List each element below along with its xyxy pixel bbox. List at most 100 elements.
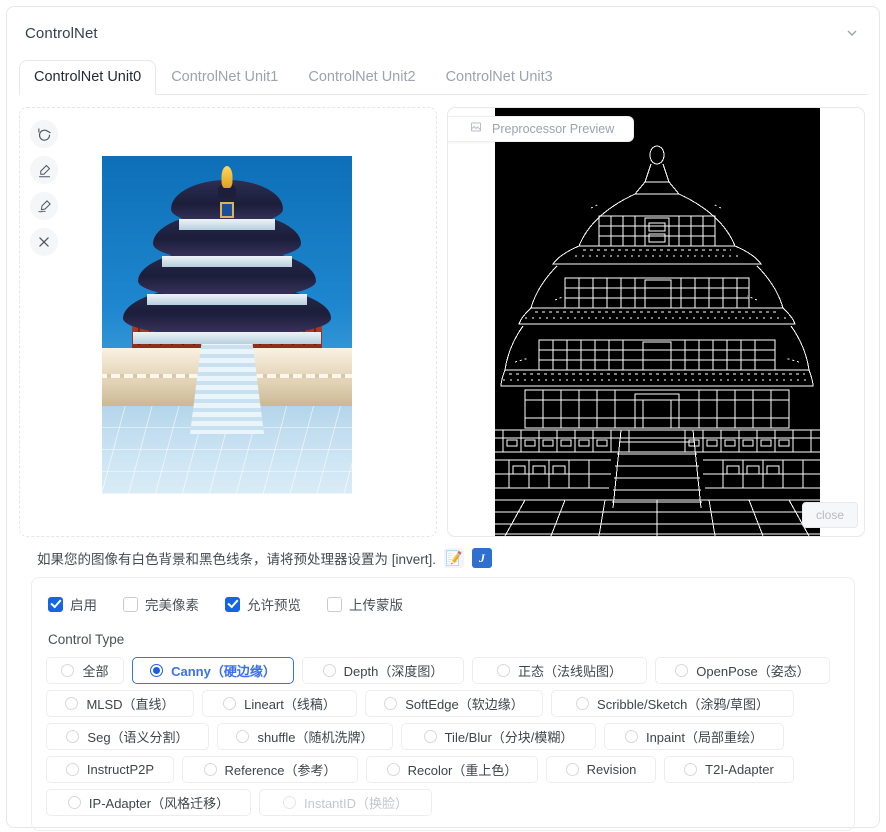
radio-button-icon[interactable] bbox=[223, 697, 236, 710]
radio-button-icon[interactable] bbox=[236, 730, 249, 743]
control-type-option-shuffle[interactable]: shuffle（随机洗牌） bbox=[217, 723, 393, 750]
control-type-option-openpose[interactable]: OpenPose（姿态） bbox=[655, 657, 830, 684]
checkbox-enable-label: 启用 bbox=[70, 594, 97, 614]
unit0-content: Preprocessor Preview close 如果您的图像有白色背景和黑… bbox=[7, 95, 879, 831]
control-type-option-lineart[interactable]: Lineart（线稿） bbox=[202, 690, 357, 717]
radio-button-icon[interactable] bbox=[384, 697, 397, 710]
control-type-option-scribble-sketch[interactable]: Scribble/Sketch（涂鸦/草图） bbox=[551, 690, 794, 717]
radio-button-icon[interactable] bbox=[424, 730, 437, 743]
control-type-option-label: IP-Adapter（风格迁移） bbox=[89, 793, 229, 812]
control-type-option-label: Canny（硬边缘） bbox=[171, 661, 276, 680]
edit-pen-icon[interactable] bbox=[30, 156, 58, 184]
checkbox-upload-mask-box[interactable] bbox=[327, 597, 342, 612]
draw-pen-icon[interactable] bbox=[30, 192, 58, 220]
control-type-option-softedge[interactable]: SoftEdge（软边缘） bbox=[365, 690, 543, 717]
radio-button-icon[interactable] bbox=[61, 664, 74, 677]
preprocessor-preview-panel[interactable]: Preprocessor Preview close bbox=[447, 107, 865, 537]
control-type-option-t2i-adapter[interactable]: T2I-Adapter bbox=[664, 756, 794, 783]
radio-button-icon[interactable] bbox=[675, 664, 688, 677]
tab-controlnet-unit0[interactable]: ControlNet Unit0 bbox=[19, 60, 156, 95]
control-type-option-label: Depth（深度图） bbox=[344, 661, 444, 680]
control-type-option-label: 全部 bbox=[82, 661, 108, 680]
control-type-option-mlsd[interactable]: MLSD（直线） bbox=[46, 690, 194, 717]
control-type-option-label: SoftEdge（软边缘） bbox=[405, 694, 524, 713]
controlnet-screen: ControlNet ControlNet Unit0 ControlNet U… bbox=[0, 0, 886, 832]
radio-button-icon[interactable] bbox=[576, 697, 589, 710]
checkbox-pixel-perfect[interactable]: 完美像素 bbox=[121, 592, 217, 616]
preprocessor-preview-header: Preprocessor Preview bbox=[448, 116, 634, 142]
control-type-option-revision[interactable]: Revision bbox=[546, 756, 656, 783]
radio-button-icon[interactable] bbox=[66, 763, 79, 776]
photo-blue-plaque bbox=[220, 202, 234, 218]
unit-tabs: ControlNet Unit0 ControlNet Unit1 Contro… bbox=[19, 59, 867, 95]
preprocessor-preview-label: Preprocessor Preview bbox=[492, 122, 614, 136]
control-type-option-label: shuffle（随机洗牌） bbox=[257, 727, 373, 746]
control-type-option-tile-blur[interactable]: Tile/Blur（分块/模糊） bbox=[401, 723, 596, 750]
radio-button-icon[interactable] bbox=[65, 697, 78, 710]
control-type-option-canny[interactable]: Canny（硬边缘） bbox=[132, 657, 294, 684]
tab-controlnet-unit1[interactable]: ControlNet Unit1 bbox=[156, 60, 293, 95]
photo-band-2 bbox=[147, 294, 307, 305]
control-type-option-label: 正态（法线贴图） bbox=[518, 661, 622, 680]
radio-button-icon[interactable] bbox=[387, 763, 400, 776]
checkbox-upload-mask[interactable]: 上传蒙版 bbox=[325, 592, 421, 616]
image-icon bbox=[470, 120, 482, 138]
control-type-option-recolor[interactable]: Recolor（重上色） bbox=[366, 756, 538, 783]
memo-icon[interactable]: 📝 bbox=[444, 548, 464, 568]
control-type-option-inpaint[interactable]: Inpaint（局部重绘） bbox=[604, 723, 784, 750]
canny-preview-image[interactable] bbox=[495, 108, 820, 536]
checkbox-allow-preview[interactable]: 允许预览 bbox=[223, 592, 319, 616]
tab-controlnet-unit3[interactable]: ControlNet Unit3 bbox=[431, 60, 568, 95]
radio-button-icon[interactable] bbox=[684, 763, 697, 776]
control-type-row: MLSD（直线） Lineart（线稿） SoftEdge（软边缘） Scribble… bbox=[46, 690, 840, 717]
control-type-label: Control Type bbox=[48, 632, 840, 647]
chevron-down-icon[interactable] bbox=[843, 24, 861, 42]
source-image-dropzone[interactable] bbox=[19, 107, 437, 537]
undo-icon[interactable] bbox=[30, 120, 58, 148]
close-preview-button[interactable]: close bbox=[802, 502, 858, 528]
source-image[interactable] bbox=[102, 156, 352, 494]
page-title: ControlNet bbox=[25, 25, 98, 42]
checkbox-allow-preview-label: 允许预览 bbox=[247, 594, 301, 614]
control-type-row: 全部 Canny（硬边缘） Depth（深度图） 正态（法线贴图） OpenPose（姿… bbox=[46, 657, 840, 684]
options-card: 启用 完美像素 允许预览 上传蒙版 Control Type bbox=[31, 577, 855, 831]
radio-button-icon[interactable] bbox=[625, 730, 638, 743]
checkbox-upload-mask-label: 上传蒙版 bbox=[349, 594, 403, 614]
control-type-option-option-0-0[interactable]: 全部 bbox=[46, 657, 124, 684]
control-type-option-label: Seg（语义分割） bbox=[87, 727, 188, 746]
radio-button-icon[interactable] bbox=[150, 664, 163, 677]
control-type-option-label: T2I-Adapter bbox=[705, 762, 774, 777]
radio-button-icon[interactable] bbox=[497, 664, 510, 677]
options-checkbox-group: 启用 完美像素 允许预览 上传蒙版 bbox=[46, 592, 840, 616]
tab-controlnet-unit2[interactable]: ControlNet Unit2 bbox=[293, 60, 430, 95]
control-type-row: Seg（语义分割） shuffle（随机洗牌） Tile/Blur（分块/模糊） In… bbox=[46, 723, 840, 750]
close-icon[interactable] bbox=[30, 228, 58, 256]
radio-button-icon[interactable] bbox=[66, 730, 79, 743]
control-type-option-seg[interactable]: Seg（语义分割） bbox=[46, 723, 209, 750]
control-type-option-depth[interactable]: Depth（深度图） bbox=[302, 657, 464, 684]
radio-button-icon[interactable] bbox=[566, 763, 579, 776]
control-type-option-label: OpenPose（姿态） bbox=[696, 661, 809, 680]
checkbox-pixel-perfect-label: 完美像素 bbox=[145, 594, 199, 614]
control-type-option-label: Inpaint（局部重绘） bbox=[646, 727, 763, 746]
control-type-option-label: Tile/Blur（分块/模糊） bbox=[445, 727, 574, 746]
controlnet-panel: ControlNet ControlNet Unit0 ControlNet U… bbox=[6, 6, 880, 828]
control-type-option-reference[interactable]: Reference（参考） bbox=[182, 756, 358, 783]
checkbox-enable-box[interactable] bbox=[48, 597, 63, 612]
radio-button-icon[interactable] bbox=[204, 763, 217, 776]
photo-gold-finial bbox=[222, 166, 233, 188]
control-type-row: InstructP2P Reference（参考） Recolor（重上色） Revi… bbox=[46, 756, 840, 783]
control-type-option-ip-adapter[interactable]: IP-Adapter（风格迁移） bbox=[46, 789, 251, 816]
checkbox-allow-preview-box[interactable] bbox=[225, 597, 240, 612]
checkbox-enable[interactable]: 启用 bbox=[46, 592, 115, 616]
control-type-option-instructp2p[interactable]: InstructP2P bbox=[46, 756, 174, 783]
photo-stairs bbox=[190, 340, 264, 434]
photo-band-1 bbox=[133, 332, 321, 344]
control-type-option-option-0-3[interactable]: 正态（法线贴图） bbox=[472, 657, 647, 684]
radio-button-icon[interactable] bbox=[68, 796, 81, 809]
control-type-option-label: Lineart（线稿） bbox=[244, 694, 336, 713]
radio-button-icon[interactable] bbox=[323, 664, 336, 677]
photo-band-4 bbox=[179, 219, 275, 230]
checkbox-pixel-perfect-box[interactable] bbox=[123, 597, 138, 612]
javascript-badge-icon[interactable]: J bbox=[472, 548, 492, 568]
